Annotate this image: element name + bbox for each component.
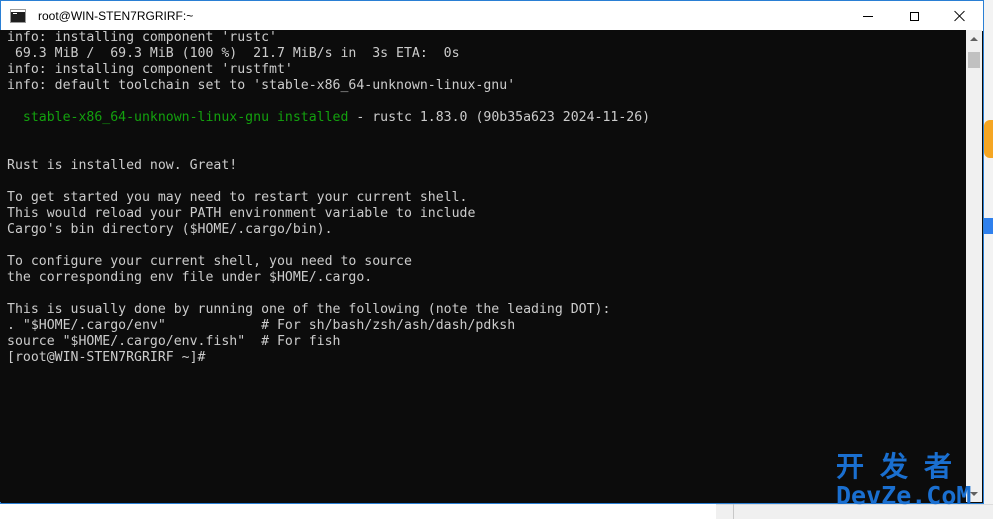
window-title: root@WIN-STEN7RGRIRF:~ [38, 9, 194, 23]
rustc-version-text: - rustc 1.83.0 (90b35a623 2024-11-26) [348, 110, 651, 125]
console-line-installed: stable-x86_64-unknown-linux-gnu installe… [7, 110, 966, 126]
maximize-button[interactable] [891, 1, 937, 31]
vertical-scrollbar[interactable] [966, 30, 982, 502]
console-line: info: installing component 'rustfmt' [7, 62, 293, 77]
minimize-button[interactable] [845, 1, 891, 31]
installed-toolchain-text: stable-x86_64-unknown-linux-gnu installe… [7, 110, 349, 125]
shell-prompt[interactable]: [root@WIN-STEN7RGRIRF ~]# [7, 350, 966, 366]
console-line: To get started you may need to restart y… [7, 190, 468, 205]
scrollbar-thumb[interactable] [968, 52, 980, 68]
background-divider [733, 504, 734, 519]
console-line: . "$HOME/.cargo/env" # For sh/bash/zsh/a… [7, 318, 516, 333]
desktop: root@WIN-STEN7RGRIRF:~ info: installing … [0, 0, 993, 519]
title-bar[interactable]: root@WIN-STEN7RGRIRF:~ [1, 1, 983, 31]
watermark-english-text: DevZe.CoM [836, 481, 972, 510]
scroll-up-button[interactable] [966, 30, 982, 47]
site-watermark: 开发者 DevZe.CoM [836, 452, 986, 514]
close-icon [954, 10, 966, 22]
console-line: info: installing component 'rustc' [7, 30, 277, 45]
console-app-icon[interactable] [10, 9, 26, 23]
console-line: 69.3 MiB / 69.3 MiB (100 %) 21.7 MiB/s i… [7, 46, 460, 61]
console-line: Rust is installed now. Great! [7, 158, 238, 173]
watermark-chinese-text: 开发者 [836, 450, 969, 483]
console-line: the corresponding env file under $HOME/.… [7, 270, 373, 285]
console-line: This would reload your PATH environment … [7, 206, 476, 221]
background-orange-element [984, 120, 993, 158]
maximize-icon [909, 11, 919, 21]
arrow-up-icon [970, 36, 978, 41]
background-blue-element [984, 218, 993, 234]
console-line: This is usually done by running one of t… [7, 302, 611, 317]
console-line: source "$HOME/.cargo/env.fish" # For fis… [7, 334, 341, 349]
console-line: Cargo's bin directory ($HOME/.cargo/bin)… [7, 222, 333, 237]
terminal-output[interactable]: info: installing component 'rustc' 69.3 … [0, 30, 966, 502]
minimize-icon [863, 15, 873, 17]
close-button[interactable] [937, 1, 983, 31]
console-line: To configure your current shell, you nee… [7, 254, 412, 269]
console-line: info: default toolchain set to 'stable-x… [7, 78, 516, 93]
